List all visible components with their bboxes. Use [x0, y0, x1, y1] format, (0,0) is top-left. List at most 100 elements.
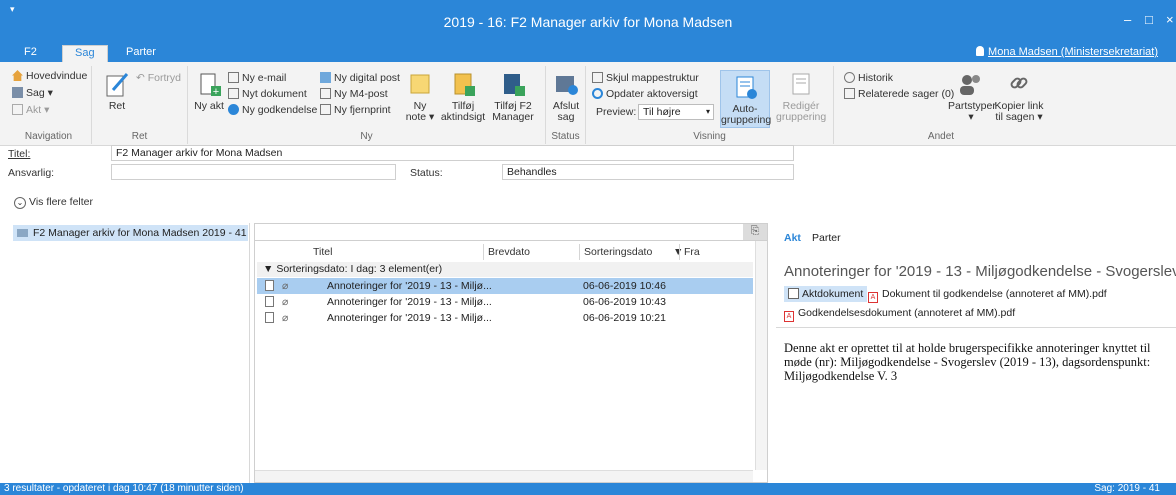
document-list: ⎘ Titel Brevdato Sorteringsdato ▼ Fra ▼ …: [254, 223, 768, 483]
partstyper-button[interactable]: Partstyper ▾: [948, 70, 996, 123]
group-visning: Skjul mappestruktur Opdater aktoversigt …: [586, 66, 834, 144]
link-icon: [1005, 70, 1033, 98]
ny-digital-post-label: Ny digital post: [334, 72, 400, 84]
folder-tree: F2 Manager arkiv for Mona Madsen 2019 - …: [11, 223, 250, 483]
sag-menu-button[interactable]: Sag ▾: [12, 85, 53, 101]
autogruppering-label: Auto-gruppering: [721, 103, 772, 126]
preview-select-value: Til højre: [643, 106, 681, 118]
row-title: Annoteringer for '2019 - 13 - Miljø...: [327, 312, 492, 324]
document-icon: [265, 312, 274, 323]
edit-icon: [103, 70, 131, 98]
skjul-mappestruktur-button[interactable]: Skjul mappestruktur: [592, 70, 699, 86]
tab-parter-preview[interactable]: Parter: [812, 232, 841, 244]
expand-icon: ⌄: [14, 197, 26, 209]
preview-select[interactable]: Til højre ▾: [638, 104, 714, 120]
historik-button[interactable]: Historik: [844, 70, 893, 86]
divider: [776, 327, 1176, 328]
maximize-button[interactable]: □: [1145, 12, 1153, 27]
search-icon[interactable]: ⎘: [743, 224, 767, 240]
opdater-aktoversigt-button[interactable]: Opdater aktoversigt: [592, 86, 698, 102]
fortryd-button[interactable]: ↶ Fortryd: [136, 70, 181, 86]
tab-f2[interactable]: F2: [12, 45, 49, 62]
vertical-scrollbar[interactable]: [755, 241, 767, 470]
column-titel[interactable]: Titel: [309, 244, 483, 260]
tab-sag[interactable]: Sag: [62, 45, 108, 62]
edit-grouping-icon: [787, 70, 815, 98]
document-icon: [12, 104, 23, 115]
afslut-sag-button[interactable]: Afslut sag: [549, 70, 583, 123]
kopier-link-button[interactable]: Kopier link til sagen ▾: [994, 70, 1044, 123]
column-fra[interactable]: Fra: [679, 244, 749, 260]
tilfoj-aktindsigt-button[interactable]: Tilføj aktindsigt: [440, 70, 486, 123]
dokument-til-godkendelse-link[interactable]: A Dokument til godkendelse (annoteret af …: [868, 286, 1107, 303]
kopier-link-label: Kopier link til sagen ▾: [994, 100, 1044, 123]
vis-flere-felter-label: Vis flere felter: [29, 196, 93, 208]
table-row[interactable]: ⌀ Annoteringer for '2019 - 13 - Miljø... 0…: [257, 278, 753, 294]
status-left: 3 resultater - opdateret i dag 10:47 (18…: [4, 483, 244, 494]
ny-email-button[interactable]: Ny e-mail: [228, 70, 286, 86]
user-link[interactable]: Mona Madsen (Ministersekretariat): [976, 46, 1158, 58]
akt-menu-button[interactable]: Akt ▾: [12, 102, 49, 118]
table-row[interactable]: ⌀ Annoteringer for '2019 - 13 - Miljø... 0…: [257, 310, 753, 326]
svg-text:+: +: [213, 86, 219, 98]
attachment-icon: ⌀: [282, 280, 289, 292]
ny-digital-post-button[interactable]: Ny digital post: [320, 70, 400, 86]
hovedvindue-button[interactable]: Hovedvindue: [12, 68, 87, 84]
ansvarlig-label: Ansvarlig:: [8, 167, 55, 179]
f2-manager-icon: [499, 70, 527, 98]
search-input[interactable]: ⎘: [255, 224, 767, 241]
tree-item-case[interactable]: F2 Manager arkiv for Mona Madsen 2019 - …: [13, 225, 248, 241]
ret-button[interactable]: Ret: [100, 70, 134, 112]
afslut-sag-label: Afslut sag: [552, 100, 580, 123]
status-field[interactable]: Behandles: [502, 164, 794, 180]
window-title: 2019 - 16: F2 Manager arkiv for Mona Mad…: [443, 14, 733, 30]
pdf-icon: A: [784, 311, 794, 322]
ny-m4-post-button[interactable]: Ny M4-post: [320, 86, 388, 102]
group-label-visning: Visning: [693, 131, 726, 142]
table-row[interactable]: ⌀ Annoteringer for '2019 - 13 - Miljø... 0…: [257, 294, 753, 310]
ribbon: Hovedvindue Sag ▾ Akt ▾ Navigation Ret ↶…: [0, 62, 1176, 146]
ribbon-tabs: F2 Sag Parter Mona Madsen (Ministersekre…: [0, 42, 1176, 62]
preview-body: Denne akt er oprettet til at holde bruge…: [784, 341, 1151, 383]
undo-icon: ↶: [136, 72, 148, 84]
fortryd-label: Fortryd: [147, 72, 181, 84]
historik-label: Historik: [858, 72, 894, 84]
ny-note-label: Ny note ▾: [405, 100, 435, 123]
group-header[interactable]: ▼ Sorteringsdato: I dag: 3 element(er): [257, 262, 753, 277]
preview-title: Annoteringer for '2019 - 13 - Miljøgodke…: [784, 263, 1176, 280]
digital-post-icon: [320, 72, 331, 83]
tree-item-label: F2 Manager arkiv for Mona Madsen 2019 - …: [33, 227, 247, 239]
aktdokument-label: Aktdokument: [802, 288, 864, 300]
ny-m4-post-label: Ny M4-post: [334, 88, 388, 100]
ansvarlig-field[interactable]: [111, 164, 396, 180]
column-brevdato[interactable]: Brevdato: [483, 244, 579, 260]
autogruppering-button[interactable]: Auto-gruppering: [720, 70, 772, 128]
opdater-aktoversigt-label: Opdater aktoversigt: [606, 88, 698, 100]
ny-note-button[interactable]: Ny note ▾: [402, 70, 438, 123]
rediger-gruppering-label: Redigér gruppering: [776, 100, 827, 123]
aktdokument-link[interactable]: Aktdokument: [784, 286, 868, 302]
rediger-gruppering-button[interactable]: Redigér gruppering: [776, 70, 826, 123]
vis-flere-felter-button[interactable]: ⌄ Vis flere felter: [14, 196, 93, 209]
tab-akt[interactable]: Akt: [784, 232, 801, 244]
nyt-dokument-button[interactable]: Nyt dokument: [228, 86, 307, 102]
column-sorteringsdato[interactable]: Sorteringsdato: [579, 244, 669, 260]
nyt-dokument-label: Nyt dokument: [242, 88, 307, 100]
refresh-icon: [592, 88, 603, 99]
tilfoj-f2-manager-button[interactable]: Tilføj F2 Manager: [490, 70, 536, 123]
ny-akt-button[interactable]: + Ny akt: [194, 70, 224, 112]
printer-icon: [320, 104, 331, 115]
horizontal-scrollbar[interactable]: [255, 470, 753, 482]
ny-fjernprint-button[interactable]: Ny fjernprint: [320, 102, 391, 118]
ny-godkendelse-button[interactable]: Ny godkendelse: [228, 102, 317, 118]
titel-field[interactable]: F2 Manager arkiv for Mona Madsen: [111, 145, 794, 161]
dokument-til-godkendelse-label: Dokument til godkendelse (annoteret af M…: [882, 288, 1107, 300]
tilfoj-aktindsigt-label: Tilføj aktindsigt: [440, 100, 486, 123]
pdf-icon: A: [868, 292, 878, 303]
minimize-button[interactable]: –: [1124, 12, 1131, 27]
tab-parter[interactable]: Parter: [114, 45, 168, 62]
godkendelsesdokument-link[interactable]: A Godkendelsesdokument (annoteret af MM).…: [784, 305, 1015, 322]
close-button[interactable]: ×: [1166, 12, 1174, 27]
group-label-andet: Andet: [927, 131, 955, 142]
relaterede-sager-button[interactable]: Relaterede sager (0): [844, 86, 954, 102]
